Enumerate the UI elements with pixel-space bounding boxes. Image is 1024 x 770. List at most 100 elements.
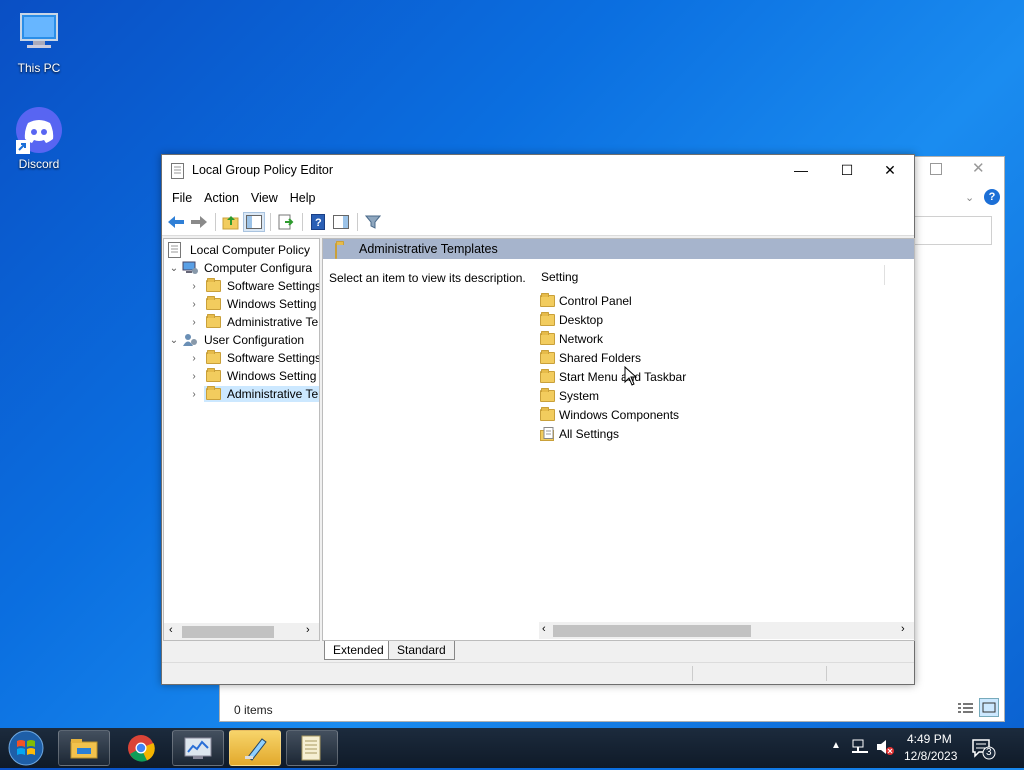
tree-item-windows-settings[interactable]: › Windows Setting bbox=[188, 367, 316, 385]
filter-button[interactable] bbox=[362, 212, 384, 232]
list-item[interactable]: Shared Folders bbox=[539, 349, 641, 367]
menu-help[interactable]: Help bbox=[284, 191, 322, 205]
tree-label: Windows Setting bbox=[227, 369, 317, 383]
taskbar-chrome[interactable] bbox=[120, 732, 162, 764]
description-text: Select an item to view its description. bbox=[329, 271, 526, 285]
up-one-level-button[interactable] bbox=[220, 212, 242, 232]
title-bar[interactable]: Local Group Policy Editor — ☐ ✕ bbox=[162, 155, 914, 187]
scroll-right-icon[interactable]: › bbox=[901, 623, 905, 635]
tree-horizontal-scrollbar[interactable]: ‹ › bbox=[164, 623, 319, 640]
toolbar-separator bbox=[357, 213, 358, 231]
large-icons-view-icon[interactable] bbox=[979, 698, 999, 717]
tree-item-administrative-templates[interactable]: › Administrative Te bbox=[188, 385, 319, 403]
show-hide-tree-button[interactable] bbox=[243, 212, 265, 232]
list-item[interactable]: Control Panel bbox=[539, 292, 632, 310]
desktop-icon-this-pc[interactable]: This PC bbox=[4, 10, 74, 75]
tree-item-administrative-templates[interactable]: › Administrative Te bbox=[188, 313, 318, 331]
tree-item-user-configuration[interactable]: ⌄ User Configuration bbox=[168, 331, 304, 349]
tree-label: Administrative Te bbox=[227, 315, 319, 329]
tree-item-windows-settings[interactable]: › Windows Setting bbox=[188, 295, 316, 313]
network-icon[interactable] bbox=[851, 739, 869, 758]
scroll-left-icon[interactable]: ‹ bbox=[169, 624, 173, 636]
scroll-right-icon[interactable]: › bbox=[306, 624, 310, 636]
back-button[interactable] bbox=[165, 212, 187, 232]
list-item[interactable]: All Settings bbox=[539, 425, 619, 443]
list-item[interactable]: Network bbox=[539, 330, 603, 348]
tree-root[interactable]: Local Computer Policy bbox=[168, 241, 310, 259]
tree-item-computer-configuration[interactable]: ⌄ Computer Configura bbox=[168, 259, 312, 277]
chevron-down-icon[interactable]: ⌄ bbox=[965, 191, 974, 204]
scrollbar-thumb[interactable] bbox=[182, 626, 274, 638]
taskbar-resource-monitor[interactable] bbox=[172, 730, 224, 766]
minimize-button[interactable]: — bbox=[778, 155, 824, 185]
chevron-right-icon[interactable]: › bbox=[188, 317, 200, 328]
menu-view[interactable]: View bbox=[245, 191, 284, 205]
toolbar-separator bbox=[215, 213, 216, 231]
desktop-icon-discord[interactable]: Discord bbox=[4, 106, 74, 171]
menu-action[interactable]: Action bbox=[198, 191, 245, 205]
tree-item-software-settings[interactable]: › Software Settings bbox=[188, 277, 319, 295]
action-pane-icon bbox=[333, 215, 349, 229]
volume-muted-icon[interactable] bbox=[876, 739, 894, 758]
chevron-right-icon[interactable]: › bbox=[188, 353, 200, 364]
policy-document-icon bbox=[168, 242, 181, 258]
console-tree[interactable]: Local Computer Policy ⌄ Computer Configu… bbox=[163, 238, 320, 641]
forward-button[interactable] bbox=[188, 212, 210, 232]
settings-list[interactable]: Setting Control Panel Desktop Network Sh… bbox=[539, 259, 914, 629]
column-divider bbox=[884, 265, 885, 285]
search-box[interactable] bbox=[914, 216, 992, 245]
column-header-setting[interactable]: Setting bbox=[541, 270, 578, 284]
export-list-button[interactable] bbox=[275, 212, 297, 232]
scroll-left-icon[interactable]: ‹ bbox=[542, 623, 546, 635]
taskbar: ▲ 4:49 PM 12/8/2023 3 bbox=[0, 728, 1024, 768]
help-icon[interactable]: ? bbox=[984, 189, 1000, 205]
list-item[interactable]: Windows Components bbox=[539, 406, 679, 424]
help-button[interactable]: ? bbox=[307, 212, 329, 232]
group-policy-editor-window[interactable]: Local Group Policy Editor — ☐ ✕ File Act… bbox=[161, 154, 915, 685]
policy-editor-icon bbox=[301, 735, 321, 761]
menu-file[interactable]: File bbox=[166, 191, 198, 205]
clock-time[interactable]: 4:49 PM bbox=[907, 732, 952, 746]
back-arrow-icon bbox=[168, 216, 184, 228]
folder-icon bbox=[335, 243, 337, 259]
action-center-button[interactable] bbox=[972, 738, 996, 763]
chevron-down-icon[interactable]: ⌄ bbox=[168, 335, 180, 346]
tab-extended[interactable]: Extended bbox=[324, 641, 393, 660]
details-pane[interactable]: Administrative Templates Select an item … bbox=[322, 238, 915, 641]
list-item[interactable]: System bbox=[539, 387, 599, 405]
close-icon[interactable]: ✕ bbox=[972, 159, 985, 177]
maximize-button[interactable]: ☐ bbox=[824, 155, 870, 185]
tree-item-software-settings[interactable]: › Software Settings bbox=[188, 349, 320, 367]
details-view-icon[interactable] bbox=[958, 701, 974, 715]
policy-editor-icon bbox=[171, 163, 184, 179]
list-item[interactable]: Start Menu and Taskbar bbox=[539, 368, 686, 386]
users-icon bbox=[183, 334, 197, 346]
start-button[interactable] bbox=[6, 729, 46, 767]
chevron-right-icon[interactable]: › bbox=[188, 371, 200, 382]
close-button[interactable]: ✕ bbox=[867, 155, 913, 185]
show-hide-action-pane-button[interactable] bbox=[330, 212, 352, 232]
details-horizontal-scrollbar[interactable]: ‹ › bbox=[539, 622, 914, 639]
chevron-right-icon[interactable]: › bbox=[188, 281, 200, 292]
scrollbar-thumb[interactable] bbox=[553, 625, 751, 637]
folder-icon bbox=[540, 331, 555, 345]
tab-standard[interactable]: Standard bbox=[388, 641, 455, 660]
maximize-icon[interactable] bbox=[930, 163, 942, 175]
taskbar-group-policy-editor[interactable] bbox=[286, 730, 338, 766]
notification-count-badge: 3 bbox=[986, 747, 992, 758]
chevron-right-icon[interactable]: › bbox=[188, 389, 200, 400]
console-tree-icon bbox=[246, 215, 262, 229]
taskbar-notepad-app[interactable] bbox=[229, 730, 281, 766]
tree-label: User Configuration bbox=[204, 333, 305, 347]
folder-icon bbox=[206, 314, 221, 328]
tree-label: Software Settings bbox=[227, 351, 320, 365]
window-title: Local Group Policy Editor bbox=[192, 163, 334, 177]
tree-label: Administrative Te bbox=[227, 387, 319, 401]
show-hidden-icons[interactable]: ▲ bbox=[831, 740, 841, 751]
pane-header: Administrative Templates bbox=[323, 239, 914, 259]
taskbar-file-explorer[interactable] bbox=[58, 730, 110, 766]
chevron-right-icon[interactable]: › bbox=[188, 299, 200, 310]
clock-date[interactable]: 12/8/2023 bbox=[904, 749, 957, 763]
chevron-down-icon[interactable]: ⌄ bbox=[168, 263, 180, 274]
list-item[interactable]: Desktop bbox=[539, 311, 603, 329]
